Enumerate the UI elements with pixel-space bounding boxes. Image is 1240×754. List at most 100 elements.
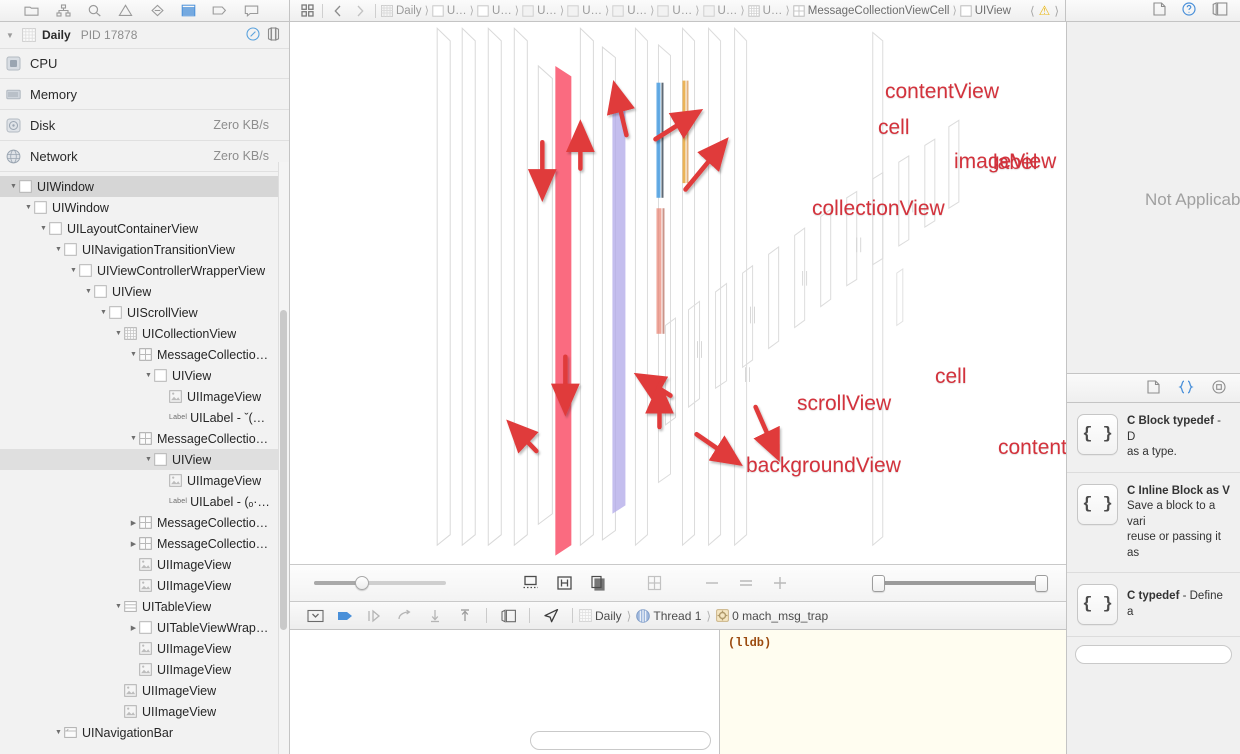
breadcrumb-item-2[interactable]: U… xyxy=(476,5,513,17)
breadcrumb-item-collectionview[interactable]: U… xyxy=(747,5,784,17)
breadcrumb-item-6[interactable]: U… xyxy=(656,5,693,17)
memory-graph-button[interactable] xyxy=(266,26,281,44)
show-constraints-button[interactable] xyxy=(554,574,574,592)
continue-button[interactable] xyxy=(330,605,360,627)
gauge-row-memory[interactable]: Memory xyxy=(0,79,289,110)
tree-row[interactable]: UIImageView xyxy=(0,386,289,407)
range-slider-min-handle[interactable] xyxy=(872,574,885,592)
next-issue-button[interactable]: ⟩ xyxy=(1054,4,1059,18)
symbol-navigator-tab[interactable] xyxy=(84,2,104,20)
project-navigator-tab[interactable] xyxy=(22,2,42,20)
breadcrumb-item-7[interactable]: U… xyxy=(702,5,739,17)
snippet-item[interactable]: { } C Inline Block as V Save a block to … xyxy=(1067,473,1240,574)
breadcrumb-item-3[interactable]: U… xyxy=(521,5,558,17)
view-spacing-slider[interactable] xyxy=(314,576,446,590)
tree-row[interactable]: MessageCollectio… xyxy=(0,428,289,449)
gauge-row-disk[interactable]: Disk Zero KB/s xyxy=(0,110,289,141)
tree-disclosure-triangle[interactable] xyxy=(128,624,139,632)
tree-row[interactable]: UIView xyxy=(0,449,289,470)
tree-row[interactable]: UIImageView xyxy=(0,575,289,596)
tree-row[interactable]: UILayoutContainerView xyxy=(0,218,289,239)
navigator-scrollbar-thumb[interactable] xyxy=(280,310,287,630)
code-snippet-library-tab[interactable] xyxy=(1178,380,1194,397)
tree-disclosure-triangle[interactable] xyxy=(53,729,64,736)
orient-normally-button[interactable] xyxy=(644,574,664,592)
tree-row[interactable]: UINavigationTransitionView xyxy=(0,239,289,260)
simulate-location-button[interactable] xyxy=(536,605,566,627)
gauge-row-network[interactable]: Network Zero KB/s xyxy=(0,141,289,172)
breadcrumb-item-4[interactable]: U… xyxy=(566,5,603,17)
tree-row[interactable]: UIImageView xyxy=(0,554,289,575)
tree-disclosure-triangle[interactable] xyxy=(143,456,154,463)
process-disclosure-triangle[interactable]: ▼ xyxy=(6,31,16,40)
code-snippet-library-list[interactable]: { } C Block typedef - D as a type. { } C… xyxy=(1067,403,1240,754)
breadcrumb-item-uiview[interactable]: UIView xyxy=(959,5,1012,17)
process-header[interactable]: ▼ Daily PID 17878 xyxy=(0,22,289,48)
step-into-button[interactable] xyxy=(390,605,420,627)
variables-view[interactable] xyxy=(290,630,720,754)
report-navigator-tab[interactable] xyxy=(241,2,261,20)
console-output[interactable]: (lldb) xyxy=(720,630,1066,754)
tree-disclosure-triangle[interactable] xyxy=(128,540,139,548)
debug-crumb-frame[interactable]: 0 mach_msg_trap xyxy=(732,609,828,623)
related-items-button[interactable] xyxy=(296,2,318,20)
source-control-navigator-tab[interactable] xyxy=(53,2,73,20)
variables-filter-field[interactable] xyxy=(530,731,711,750)
tree-row[interactable]: UIWindow xyxy=(0,176,289,197)
debug-view-hierarchy-button[interactable] xyxy=(493,605,523,627)
zoom-in-button[interactable] xyxy=(770,574,790,592)
hide-debug-area-button[interactable] xyxy=(300,605,330,627)
tree-row[interactable]: UIView xyxy=(0,365,289,386)
debug-crumb-process[interactable]: Daily xyxy=(595,609,622,623)
tree-row[interactable]: UIImageView xyxy=(0,680,289,701)
tree-disclosure-triangle[interactable] xyxy=(8,183,19,190)
file-inspector-tab[interactable] xyxy=(1153,2,1166,19)
debug-navigator-tab[interactable] xyxy=(179,2,199,20)
tree-row[interactable]: Label UILabel - ˇ(… xyxy=(0,407,289,428)
step-over-button[interactable] xyxy=(360,605,390,627)
tree-row[interactable]: UIScrollView xyxy=(0,302,289,323)
view-range-slider[interactable] xyxy=(872,574,1048,592)
tree-disclosure-triangle[interactable] xyxy=(128,519,139,527)
tree-row[interactable]: UIImageView xyxy=(0,638,289,659)
hide-inspector-button[interactable] xyxy=(1212,2,1228,19)
previous-issue-button[interactable]: ⟨ xyxy=(1030,4,1035,18)
tree-row[interactable]: UIView xyxy=(0,281,289,302)
tree-disclosure-triangle[interactable] xyxy=(98,309,109,316)
tree-row[interactable]: UITableViewWrap… xyxy=(0,617,289,638)
test-navigator-tab[interactable] xyxy=(147,2,167,20)
gauge-row-cpu[interactable]: CPU xyxy=(0,48,289,79)
tree-row[interactable]: UIImageView xyxy=(0,701,289,722)
view-ui-hierarchy-button[interactable] xyxy=(246,26,260,44)
tree-row[interactable]: Label UILabel - (ₒ·… xyxy=(0,491,289,512)
forward-button[interactable] xyxy=(349,2,371,20)
tree-disclosure-triangle[interactable] xyxy=(113,330,124,337)
zoom-to-fit-button[interactable] xyxy=(736,574,756,592)
tree-row[interactable]: UICollectionView xyxy=(0,323,289,344)
step-out-button[interactable] xyxy=(420,605,450,627)
view-hierarchy-tree[interactable]: UIWindow UIWindow UILayoutContainerView UIN… xyxy=(0,174,289,754)
range-slider-max-handle[interactable] xyxy=(1035,574,1048,592)
tree-row[interactable]: MessageCollectio… xyxy=(0,533,289,554)
zoom-out-button[interactable] xyxy=(702,574,722,592)
layers-button[interactable] xyxy=(588,574,608,592)
tree-row[interactable]: UIImageView xyxy=(0,659,289,680)
tree-disclosure-triangle[interactable] xyxy=(83,288,94,295)
issue-navigator-tab[interactable] xyxy=(116,2,136,20)
file-template-library-tab[interactable] xyxy=(1147,379,1160,397)
tree-row[interactable]: UIImageView xyxy=(0,470,289,491)
step-out-alt-button[interactable] xyxy=(450,605,480,627)
debug-crumb-thread[interactable]: Thread 1 xyxy=(653,609,701,623)
view-debugger-canvas[interactable]: contentView cell imageView label collect… xyxy=(290,22,1066,564)
tree-disclosure-triangle[interactable] xyxy=(53,246,64,253)
breadcrumb-item-project[interactable]: Daily xyxy=(380,4,423,17)
tree-disclosure-triangle[interactable] xyxy=(68,267,79,274)
tree-row[interactable]: UINavigationBar xyxy=(0,722,289,743)
tree-disclosure-triangle[interactable] xyxy=(128,435,139,442)
tree-row[interactable]: UIWindow xyxy=(0,197,289,218)
navigator-scrollbar-track[interactable] xyxy=(278,162,289,754)
show-clipped-content-button[interactable] xyxy=(520,574,540,592)
tree-row[interactable]: UIViewControllerWrapperView xyxy=(0,260,289,281)
breakpoint-navigator-tab[interactable] xyxy=(210,2,230,20)
tree-row[interactable]: MessageCollectio… xyxy=(0,344,289,365)
